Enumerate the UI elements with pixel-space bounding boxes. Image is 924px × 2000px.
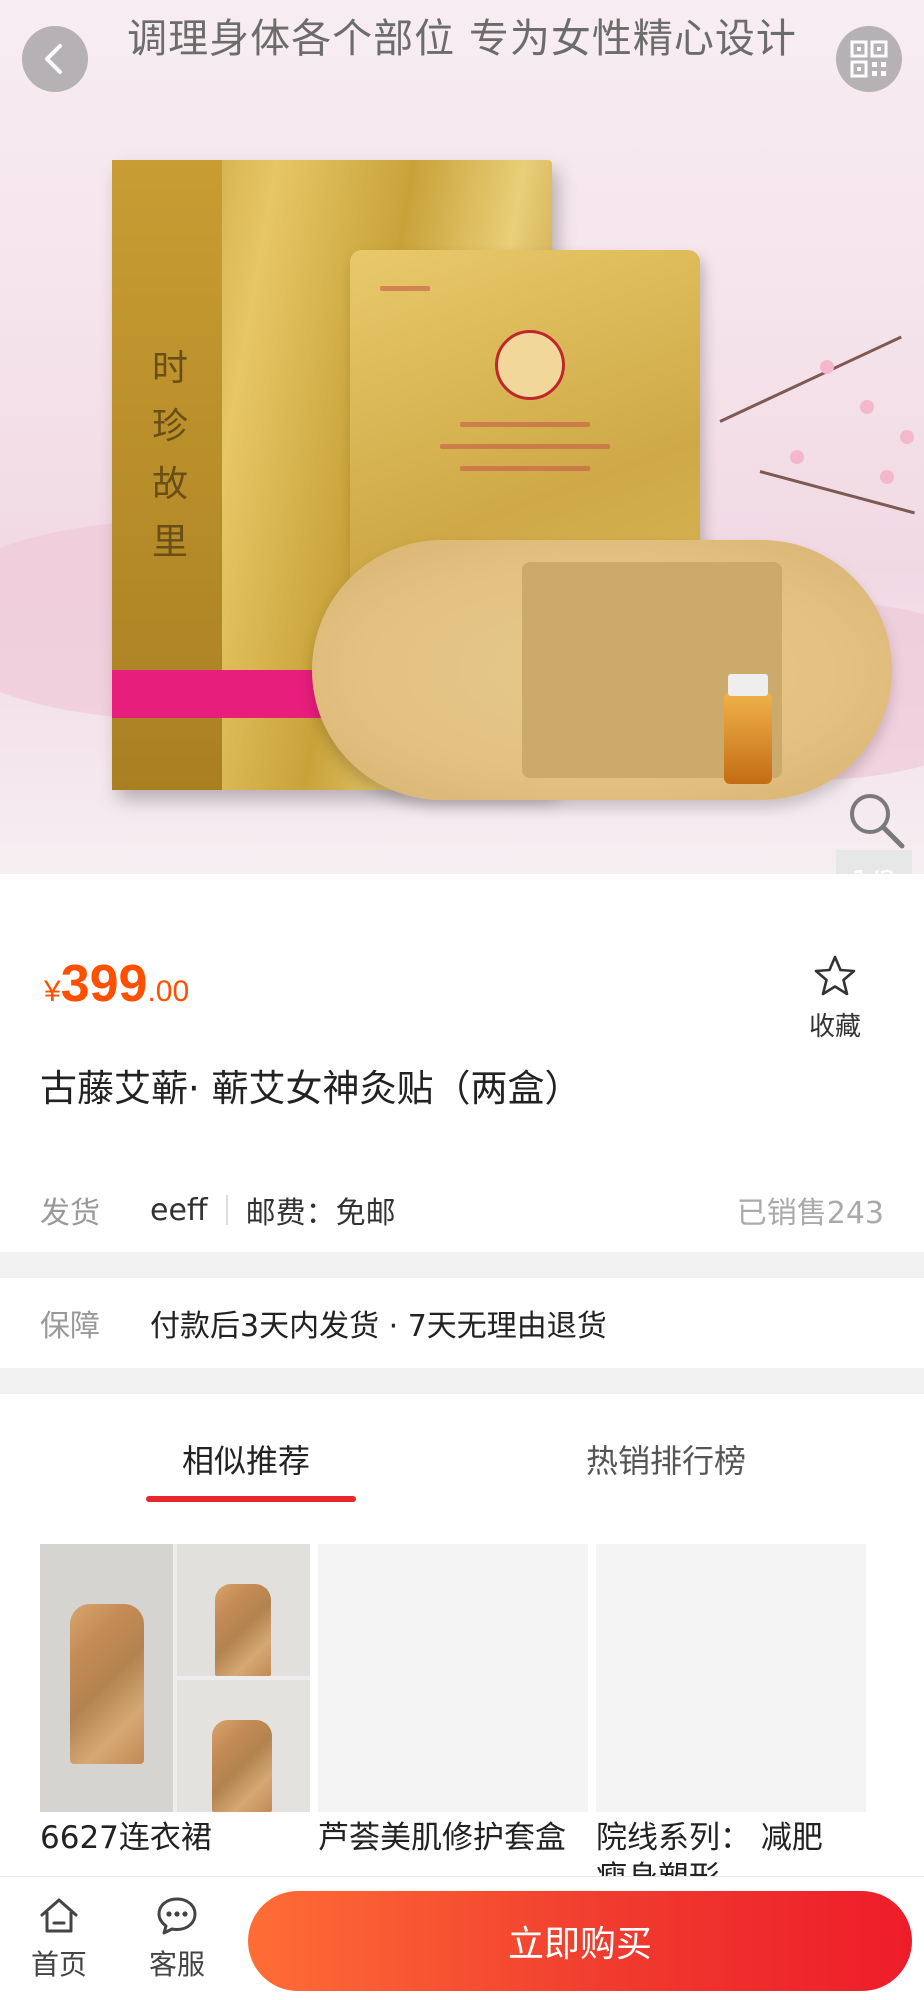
price-currency: ¥: [44, 975, 61, 1008]
box-char: 时: [151, 348, 188, 389]
product-thumbnail: [318, 1544, 588, 1812]
service-label: 客服: [148, 1948, 205, 1981]
decor-blossom: [860, 400, 874, 414]
recommend-list: 6627连衣裙 芦荟美肌修护套盒 院线系列： 减肥瘦身塑形: [40, 1544, 924, 1896]
divider: [225, 1195, 228, 1225]
guarantee-label: 保障: [40, 1309, 100, 1344]
decor-blossom: [790, 450, 804, 464]
pouch-text-line: [380, 286, 430, 291]
product-info-card: ¥399.00 收藏 古藤艾蕲· 蕲艾女神灸贴（两盒） 发货 eeff 邮费：免…: [0, 874, 924, 1252]
price-decimal: .00: [147, 975, 190, 1008]
guarantee-text: 付款后3天内发货 · 7天无理由退货: [150, 1309, 607, 1344]
box-char: 里: [151, 522, 188, 563]
product-thumbnail: [40, 1544, 310, 1812]
star-icon: [814, 955, 856, 996]
decor-branch: [719, 335, 902, 423]
back-arrow-icon: [45, 44, 62, 74]
home-label: 首页: [30, 1948, 87, 1981]
customer-service-button[interactable]: 客服: [132, 1895, 222, 1983]
pouch-text-line: [460, 466, 590, 471]
favorite-button[interactable]: 收藏: [800, 954, 870, 1043]
dress-image: [212, 1720, 272, 1812]
pouch-emblem: [495, 330, 565, 400]
box-text: 时 珍 故 里: [150, 340, 190, 572]
product-detail-page: 调理身体各个部位 专为女性精心设计 时 珍 故 里 ¥399.00 收藏 古藤艾…: [0, 0, 924, 2000]
home-icon: [40, 1898, 78, 1933]
back-button[interactable]: [22, 26, 88, 92]
tab-similar[interactable]: 相似推荐: [182, 1436, 310, 1482]
guarantee-row[interactable]: 保障 付款后3天内发货 · 7天无理由退货: [0, 1278, 924, 1368]
box-char: 故: [151, 464, 188, 505]
bottom-action-bar: 首页 客服 立即购买: [0, 1876, 924, 2000]
pouch-text-line: [440, 444, 610, 449]
decor-blossom: [820, 360, 834, 374]
postage-text: 邮费：免邮: [245, 1196, 396, 1231]
product-price: ¥399.00: [44, 954, 189, 1014]
qrcode-button[interactable]: [836, 26, 902, 92]
recommend-item-name: 芦荟美肌修护套盒: [318, 1820, 566, 1856]
product-oil-bottle: [724, 674, 772, 784]
price-integer: 399: [60, 955, 148, 1013]
hero-headline: 调理身体各个部位 专为女性精心设计: [127, 16, 797, 62]
decor-blossom: [880, 470, 894, 484]
sold-count: 已销售243: [736, 1196, 884, 1231]
recommend-card[interactable]: 6627连衣裙: [40, 1544, 310, 1858]
recommend-card[interactable]: 芦荟美肌修护套盒: [318, 1544, 588, 1858]
favorite-label: 收藏: [808, 1012, 861, 1042]
active-tab-indicator: [146, 1496, 356, 1502]
chat-icon: [157, 1897, 197, 1935]
pouch-text-line: [460, 422, 590, 427]
home-button[interactable]: 首页: [14, 1895, 104, 1983]
recommend-item-name: 6627连衣裙: [40, 1820, 212, 1856]
tab-bestseller[interactable]: 热销排行榜: [586, 1436, 746, 1482]
dress-image: [215, 1584, 271, 1676]
buy-now-button[interactable]: 立即购买: [248, 1891, 912, 1991]
product-thumbnail: [596, 1544, 866, 1812]
qrcode-icon: [850, 40, 888, 78]
box-char: 珍: [151, 406, 188, 447]
zoom-icon[interactable]: [846, 790, 906, 850]
shipping-row: 发货 eeff 邮费：免邮 已销售243: [40, 1186, 884, 1234]
shipping-label: 发货: [40, 1196, 100, 1231]
bottle-cap: [728, 674, 768, 696]
recommend-card[interactable]: 院线系列： 减肥瘦身塑形: [596, 1544, 866, 1898]
product-image-carousel[interactable]: 调理身体各个部位 专为女性精心设计 时 珍 故 里: [0, 0, 924, 874]
decor-blossom: [900, 430, 914, 444]
dress-image: [70, 1604, 144, 1764]
recommend-tabs: 相似推荐 热销排行榜: [0, 1394, 924, 1504]
product-patch: [312, 540, 892, 800]
product-title: 古藤艾蕲· 蕲艾女神灸贴（两盒）: [40, 1067, 582, 1110]
shipping-origin: eeff: [150, 1192, 208, 1228]
